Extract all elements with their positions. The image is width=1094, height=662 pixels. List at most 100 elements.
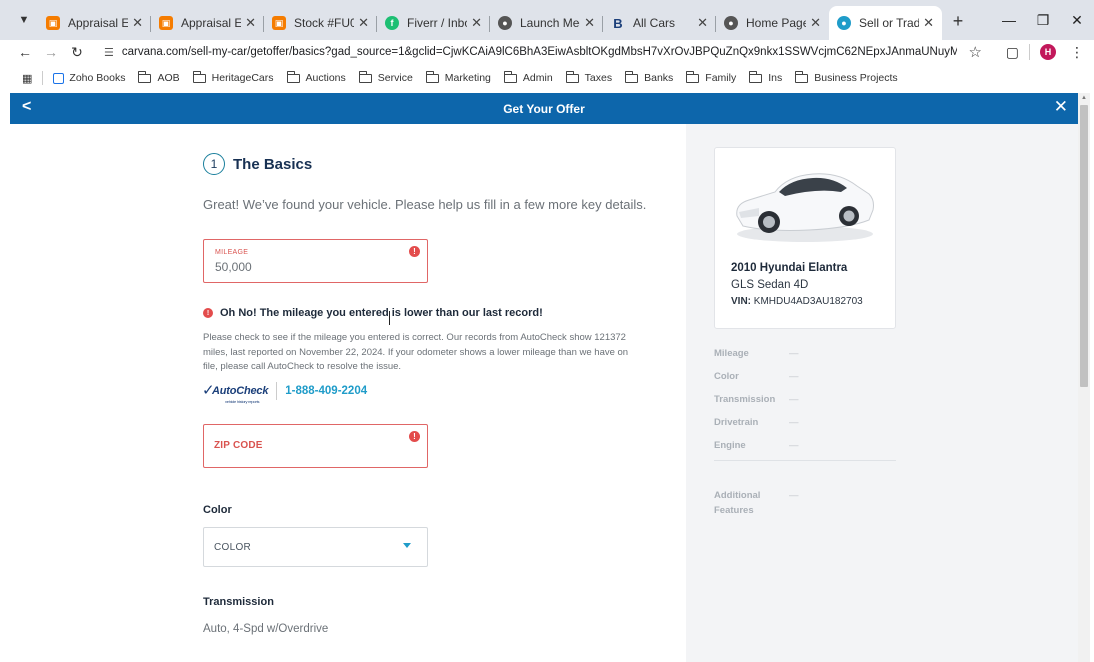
vehicle-card: 2010 Hyundai Elantra GLS Sedan 4D VIN: K… — [714, 147, 896, 329]
scroll-up-arrow-icon[interactable]: ▲ — [1081, 95, 1087, 101]
spec-drivetrain: Drivetrain — — [714, 417, 799, 428]
apps-grid-icon[interactable]: ▦ — [22, 72, 32, 85]
folder-icon — [625, 70, 639, 83]
browser-tab[interactable]: B All Cars ✕ — [603, 7, 716, 39]
spec-divider — [714, 460, 896, 461]
bookmark-folder[interactable]: Business Projects — [795, 70, 898, 84]
transmission-value: Auto, 4-Spd w/Overdrive — [203, 623, 329, 635]
tab-close-icon[interactable]: ✕ — [697, 15, 708, 31]
forward-arrow-icon[interactable]: → — [38, 44, 64, 60]
mileage-field[interactable]: MILEAGE 50,000 ! — [203, 239, 428, 283]
url-text[interactable]: carvana.com/sell-my-car/getoffer/basics?… — [122, 46, 957, 58]
more-menu-icon[interactable]: ⋮ — [1066, 44, 1088, 61]
fiverr-favicon-icon: f — [385, 16, 399, 30]
browser-tab[interactable]: ● Launch Meeting ✕ — [490, 7, 603, 39]
step-title: The Basics — [233, 155, 313, 173]
address-bar[interactable]: ☰ carvana.com/sell-my-car/getoffer/basic… — [100, 40, 996, 64]
folder-icon — [686, 70, 700, 83]
browser-tab[interactable]: ● Home Page ✕ — [716, 7, 829, 39]
basics-form: 1 The Basics Great! We’ve found your veh… — [10, 124, 686, 662]
folder-icon — [192, 70, 206, 83]
bookmark-folder[interactable]: Ins — [749, 70, 782, 84]
bookmark-folder[interactable]: Taxes — [565, 70, 613, 84]
browser-tab[interactable]: ▣ Appraisal Edit ✕ — [151, 7, 264, 39]
zip-code-label: ZIP CODE — [214, 440, 263, 451]
tab-close-icon[interactable]: ✕ — [471, 15, 482, 31]
zoho-books-icon — [53, 72, 65, 84]
browser-tab[interactable]: ▣ Stock #FU0874 ✕ — [264, 7, 377, 39]
page-scrollbar[interactable]: ▲ — [1078, 93, 1090, 662]
back-arrow-icon[interactable]: ← — [12, 44, 38, 60]
profile-avatar[interactable]: H — [1040, 44, 1056, 60]
tab-close-icon[interactable]: ✕ — [358, 15, 369, 31]
color-section-label: Color — [203, 504, 232, 516]
tab-title: Sell or Trade In — [859, 16, 920, 30]
checkmark-icon: ✓ — [202, 382, 215, 399]
autocheck-logo: ✓ AutoCheck vehicle history reports — [202, 382, 269, 404]
mileage-input[interactable]: 50,000 — [215, 260, 252, 274]
bookmark-folder[interactable]: AOB — [138, 70, 180, 84]
page-title: Get Your Offer — [503, 101, 585, 116]
tab-list: ▣ Appraisal Edit ✕ ▣ Appraisal Edit ✕ ▣ … — [38, 0, 972, 40]
autocheck-tagline: vehicle history reports — [225, 399, 260, 404]
vehicle-trim: GLS Sedan 4D — [731, 279, 809, 291]
autocheck-contact: ✓ AutoCheck vehicle history reports 1-888-… — [202, 382, 367, 404]
appraisal-favicon-icon: ▣ — [159, 16, 173, 30]
intro-text: Great! We’ve found your vehicle. Please … — [203, 197, 647, 212]
bookmark-star-icon[interactable]: ☆ — [969, 43, 982, 61]
dropdown-caret-icon — [403, 543, 411, 548]
bookmark-folder[interactable]: HeritageCars — [192, 70, 274, 84]
tab-close-icon[interactable]: ✕ — [245, 15, 256, 31]
close-icon[interactable]: ✕ — [1054, 97, 1068, 117]
bookmark-folder[interactable]: Marketing — [425, 70, 491, 84]
spec-color: Color — — [714, 371, 799, 382]
minimize-icon[interactable]: — — [992, 0, 1026, 40]
color-select[interactable]: COLOR — [203, 527, 428, 567]
zip-code-field[interactable]: ZIP CODE ! — [203, 424, 428, 468]
tab-close-icon[interactable]: ✕ — [584, 15, 595, 31]
folder-icon — [425, 70, 439, 83]
error-icon: ! — [203, 308, 213, 318]
appraisal-favicon-icon: ▣ — [46, 16, 60, 30]
tab-close-icon[interactable]: ✕ — [923, 15, 934, 31]
browser-tab-active[interactable]: ● Sell or Trade In ✕ — [829, 6, 942, 40]
tab-search-chevron-icon[interactable]: ▼ — [10, 6, 38, 34]
warning-title: Oh No! The mileage you entered is lower … — [220, 307, 543, 319]
restore-icon[interactable]: ❐ — [1026, 0, 1060, 40]
offer-header: < Get Your Offer ✕ — [10, 93, 1078, 124]
tab-title: Stock #FU0874 — [294, 16, 355, 30]
bookmark-folder[interactable]: Auctions — [286, 70, 346, 84]
scroll-thumb[interactable] — [1080, 105, 1088, 387]
site-settings-icon[interactable]: ☰ — [104, 46, 114, 59]
bookmark-label: AOB — [157, 72, 180, 84]
spec-engine: Engine — — [714, 440, 799, 451]
tab-close-icon[interactable]: ✕ — [132, 15, 143, 31]
bookmark-folder[interactable]: Family — [686, 70, 736, 84]
folder-icon — [565, 70, 579, 83]
bookmark-label: Marketing — [444, 72, 491, 84]
back-chevron-icon[interactable]: < — [22, 98, 31, 116]
browser-tab[interactable]: ▣ Appraisal Edit ✕ — [38, 7, 151, 39]
autocheck-phone-link[interactable]: 1-888-409-2204 — [285, 385, 367, 397]
vehicle-summary-sidebar: 2010 Hyundai Elantra GLS Sedan 4D VIN: K… — [686, 124, 1078, 662]
window-controls: — ❐ ✕ — [992, 0, 1094, 40]
extensions-puzzle-icon[interactable]: ▢ — [1006, 44, 1019, 61]
bookmark-folder[interactable]: Admin — [503, 70, 553, 84]
browser-tab[interactable]: f Fiverr / Inbox ✕ — [377, 7, 490, 39]
folder-icon — [358, 70, 372, 83]
bookmark-folder[interactable]: Banks — [625, 70, 673, 84]
bookmark-label: Admin — [522, 72, 553, 84]
bookmark-label: Business Projects — [814, 72, 898, 84]
bookmark-folder[interactable]: Service — [358, 70, 413, 84]
bookmark-label: Auctions — [305, 72, 346, 84]
window-close-icon[interactable]: ✕ — [1060, 0, 1094, 40]
folder-icon — [749, 70, 763, 83]
tab-title: Fiverr / Inbox — [407, 16, 467, 30]
bookmark-label: Taxes — [584, 72, 613, 84]
folder-icon — [503, 70, 517, 83]
toolbar-actions: ▢ H ⋮ — [1006, 40, 1088, 64]
bookmark-zoho-books[interactable]: Zoho Books — [53, 72, 125, 84]
new-tab-plus-icon[interactable]: + — [944, 7, 972, 35]
tab-close-icon[interactable]: ✕ — [810, 15, 821, 31]
reload-icon[interactable]: ↻ — [64, 44, 90, 61]
